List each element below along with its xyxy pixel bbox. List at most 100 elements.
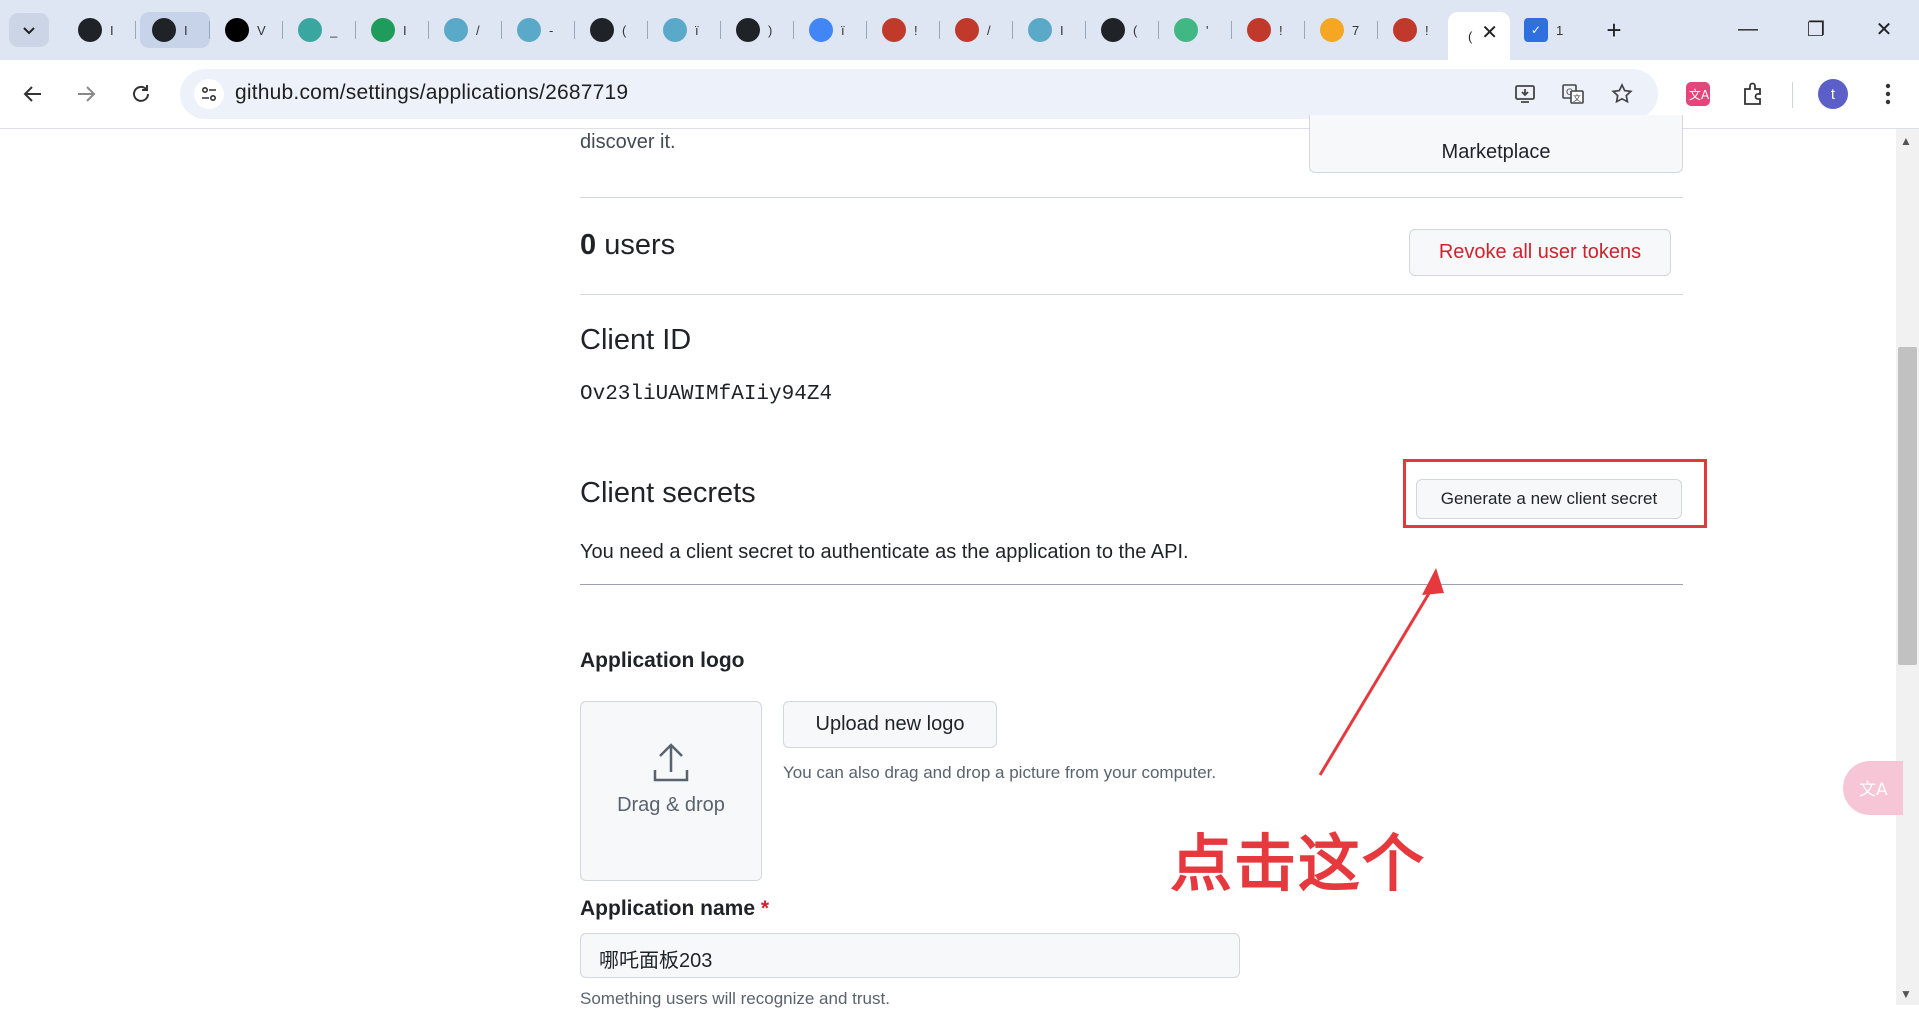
application-name-label-text: Application name	[580, 897, 756, 920]
tab-separator	[135, 21, 136, 39]
tab-separator	[282, 21, 283, 39]
arrow-right-icon	[78, 86, 96, 102]
svg-text:文: 文	[1573, 93, 1581, 103]
upload-new-logo-button[interactable]: Upload new logo	[783, 701, 997, 748]
tab-item[interactable]: )	[724, 12, 794, 48]
tab-item[interactable]: !	[1235, 12, 1305, 48]
upload-hint: You can also drag and drop a picture fro…	[783, 763, 1217, 782]
divider	[580, 294, 1683, 295]
tab-separator	[428, 21, 429, 39]
upload-icon	[653, 743, 689, 782]
scroll-down-icon[interactable]: ▼	[1900, 987, 1912, 1001]
restore-button[interactable]: ❐	[1786, 10, 1846, 48]
tab-title: V	[257, 22, 266, 38]
p-logo-icon	[298, 18, 322, 42]
client-secrets-description: You need a client secret to authenticate…	[580, 541, 1189, 563]
translate-icon[interactable]: G文	[1558, 79, 1588, 109]
tab-separator	[574, 21, 575, 39]
tab-item[interactable]: 7	[1308, 12, 1378, 48]
tab-strip: I I V _ I / - (ï) ï! / I ('! 7! ( ✕ ✓ 1 + — ❐ ✕	[0, 0, 1919, 60]
dw-logo-icon	[1393, 18, 1417, 42]
install-app-icon[interactable]	[1510, 79, 1540, 109]
application-name-input[interactable]: 哪吒面板203	[580, 933, 1240, 978]
tab-separator	[1377, 21, 1378, 39]
dw-logo-icon	[1247, 18, 1271, 42]
tab-search-button[interactable]	[9, 13, 49, 47]
new-tab-button[interactable]: +	[1596, 12, 1632, 48]
logo-dropzone[interactable]: Drag & drop	[580, 701, 762, 881]
minimize-button[interactable]: —	[1718, 10, 1778, 48]
tab-item[interactable]: _	[286, 12, 356, 48]
scroll-up-icon[interactable]: ▲	[1900, 134, 1912, 148]
github-icon	[1101, 18, 1125, 42]
reload-button[interactable]	[121, 74, 161, 114]
tab-item[interactable]: I	[1016, 12, 1086, 48]
close-tab-icon[interactable]: ✕	[1481, 20, 1498, 45]
tab-item[interactable]: '	[1162, 12, 1232, 48]
tab-item[interactable]: ✓ 1	[1512, 12, 1582, 48]
divider	[580, 584, 1683, 585]
svg-text:文A: 文A	[1859, 780, 1888, 800]
tab-item[interactable]: /	[943, 12, 1013, 48]
orange-logo-icon	[1320, 18, 1344, 42]
revoke-button-label: Revoke all user tokens	[1438, 241, 1642, 263]
more-menu-icon[interactable]	[1873, 79, 1903, 109]
profile-avatar[interactable]: t	[1818, 79, 1848, 109]
upload-logo-label: Upload new logo	[815, 713, 965, 735]
extensions-icon[interactable]	[1738, 79, 1768, 109]
tab-item[interactable]: /	[432, 12, 502, 48]
tab-item[interactable]: (	[1089, 12, 1159, 48]
application-name-hint: Something users will recognize and trust…	[580, 989, 890, 1008]
tab-title: 7	[1352, 22, 1360, 38]
address-bar[interactable]: github.com/settings/applications/2687719…	[180, 69, 1658, 119]
client-secrets-title: Client secrets	[580, 477, 756, 509]
floating-translate-button[interactable]: 文A	[1843, 761, 1903, 815]
google-icon	[809, 18, 833, 42]
tab-separator	[209, 21, 210, 39]
star-icon[interactable]	[1607, 79, 1637, 109]
mountain-logo-icon	[663, 18, 687, 42]
required-mark: *	[760, 897, 770, 920]
site-info-icon[interactable]	[194, 79, 224, 109]
tab-item[interactable]: V	[213, 12, 283, 48]
tab-item[interactable]: I	[66, 12, 136, 48]
tab-separator	[647, 21, 648, 39]
tab-separator	[1012, 21, 1013, 39]
triangle-logo-icon	[225, 18, 249, 42]
tab-item[interactable]: ï	[651, 12, 721, 48]
tab-title: ï	[841, 22, 845, 38]
tab-item[interactable]: -	[505, 12, 575, 48]
marketplace-button[interactable]: Marketplace	[1309, 115, 1683, 173]
toolbar-divider	[1792, 82, 1793, 108]
tab-item[interactable]: I	[140, 12, 210, 48]
tab-title: (	[622, 22, 627, 38]
tab-separator	[1158, 21, 1159, 39]
url-text[interactable]: github.com/settings/applications/2687719	[235, 81, 628, 105]
tab-item[interactable]: !	[870, 12, 940, 48]
back-button[interactable]	[13, 74, 53, 114]
tab-title: )	[768, 22, 773, 38]
tab-title: !	[1279, 22, 1283, 38]
tab-item[interactable]: (	[578, 12, 648, 48]
svg-text:文A: 文A	[1689, 87, 1710, 102]
tab-item[interactable]: I	[359, 12, 429, 48]
users-count-number: 0	[580, 229, 597, 261]
revoke-all-tokens-button[interactable]: Revoke all user tokens	[1409, 229, 1671, 276]
scrollbar-thumb[interactable]	[1898, 347, 1917, 665]
tab-title: -	[549, 22, 554, 38]
forward-button[interactable]	[66, 74, 106, 114]
chevron-down-icon	[23, 27, 35, 35]
dw-logo-icon	[955, 18, 979, 42]
tab-title: (	[1468, 28, 1473, 44]
tab-separator	[1231, 21, 1232, 39]
translate-extension-icon[interactable]: 文A	[1683, 79, 1713, 109]
tab-title: ï	[695, 22, 699, 38]
tab-item[interactable]: ï	[797, 12, 867, 48]
close-window-button[interactable]: ✕	[1854, 10, 1914, 48]
vue-logo-icon	[1174, 18, 1198, 42]
tab-item[interactable]: !	[1381, 12, 1451, 48]
tab-separator	[1304, 21, 1305, 39]
tab-active[interactable]: ( ✕	[1448, 12, 1510, 60]
application-name-value: 哪吒面板203	[599, 950, 713, 972]
drag-drop-label: Drag & drop	[617, 794, 725, 816]
